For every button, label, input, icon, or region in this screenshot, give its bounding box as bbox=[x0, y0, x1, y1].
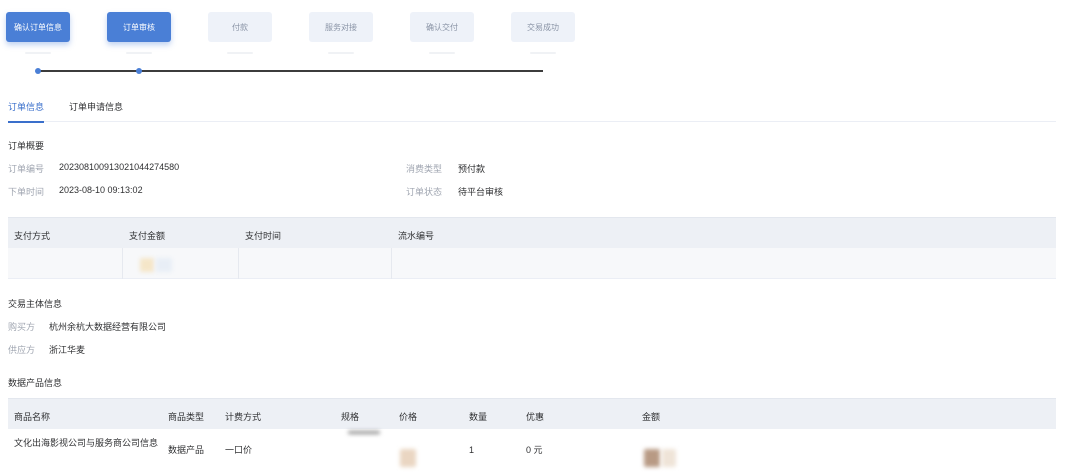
step-shadow bbox=[227, 52, 253, 54]
step-payment: 付款 bbox=[208, 12, 272, 42]
order-no-value: 20230810091302104427458​0 bbox=[59, 162, 180, 172]
tab-order-info[interactable]: 订单信息 bbox=[8, 100, 45, 123]
consume-type-value: 预付款 bbox=[458, 164, 486, 174]
redacted-amount bbox=[140, 258, 154, 272]
parties-title: 交易主体信息 bbox=[8, 299, 63, 309]
header-spec: 规格 bbox=[341, 412, 360, 422]
order-status-label: 订单状态 bbox=[406, 187, 443, 197]
supplier-value: 浙江华麦 bbox=[49, 345, 86, 355]
step-shadow bbox=[126, 52, 152, 54]
header-discount: 优惠 bbox=[526, 412, 545, 422]
column-divider bbox=[122, 248, 123, 279]
step-deal-success: 交易成功 bbox=[511, 12, 575, 42]
step-service-connect: 服务对接 bbox=[309, 12, 373, 42]
header-product-name: 商品名称 bbox=[14, 412, 51, 422]
redacted-amount bbox=[662, 449, 676, 467]
consume-type-label: 消费类型 bbox=[406, 164, 443, 174]
order-progress-steps: 确认订单信息 订单审核 付款 服务对接 确认交付 交易成功 bbox=[0, 0, 1080, 80]
step-label: 服务对接 bbox=[325, 22, 357, 32]
order-no-label: 订单编号 bbox=[8, 164, 45, 174]
step-shadow bbox=[429, 52, 455, 54]
step-label: 确认交付 bbox=[426, 22, 458, 32]
order-status-value: 待平台审核 bbox=[458, 187, 504, 197]
billing-cell: 一口价 bbox=[225, 445, 253, 455]
header-quantity: 数量 bbox=[469, 412, 488, 422]
redacted-price bbox=[400, 449, 416, 467]
order-summary-title: 订单概要 bbox=[8, 141, 45, 151]
column-divider bbox=[238, 248, 239, 279]
detail-tabs: 订单信息 订单申请信息 bbox=[8, 96, 1056, 123]
quantity-cell: 1 bbox=[469, 445, 475, 455]
step-confirm-order: 确认订单信息 bbox=[6, 12, 70, 42]
product-table: 商品名称 商品类型 计费方式 规格 价格 数量 优惠 金额 文化出海影视公司与服… bbox=[8, 398, 1056, 476]
payment-table: 支付方式 支付金额 支付时间 流水编号 bbox=[8, 217, 1056, 279]
buyer-value: 杭州余杭大数据经营有限公司 bbox=[49, 322, 167, 332]
step-shadow bbox=[530, 52, 556, 54]
buyer-label: 购买方 bbox=[8, 322, 36, 332]
header-billing: 计费方式 bbox=[225, 412, 262, 422]
progress-dot bbox=[136, 68, 142, 74]
column-divider bbox=[391, 248, 392, 279]
payment-table-row bbox=[8, 248, 1056, 279]
step-label: 交易成功 bbox=[527, 22, 559, 32]
payment-table-header: 支付方式 支付金额 支付时间 流水编号 bbox=[8, 217, 1056, 248]
header-pay-method: 支付方式 bbox=[14, 231, 51, 241]
step-shadow bbox=[25, 52, 51, 54]
step-label: 付款 bbox=[232, 22, 248, 32]
step-order-review: 订单审核 bbox=[107, 12, 171, 42]
step-label: 确认订单信息 bbox=[14, 22, 62, 32]
redacted-amount bbox=[644, 449, 660, 467]
supplier-label: 供应方 bbox=[8, 345, 36, 355]
product-info-title: 数据产品信息 bbox=[8, 378, 63, 388]
progress-line bbox=[37, 70, 543, 72]
step-label: 订单审核 bbox=[123, 22, 155, 32]
header-price: 价格 bbox=[399, 412, 418, 422]
order-time-label: 下单时间 bbox=[8, 187, 45, 197]
product-table-header: 商品名称 商品类型 计费方式 规格 价格 数量 优惠 金额 bbox=[8, 398, 1056, 429]
order-time-value: 2023-08-10 09:13:02 bbox=[59, 185, 143, 195]
header-product-type: 商品类型 bbox=[168, 412, 205, 422]
header-serial-no: 流水编号 bbox=[398, 231, 435, 241]
product-name-cell: 文化出海影视公司与服务商公司信息 bbox=[14, 438, 159, 448]
redacted-amount bbox=[156, 258, 172, 272]
table-row: 文化出海影视公司与服务商公司信息 数据产品 一口价 1 0 元 bbox=[8, 429, 1056, 476]
redacted-spec bbox=[348, 431, 380, 434]
header-pay-time: 支付时间 bbox=[245, 231, 282, 241]
header-pay-amount: 支付金额 bbox=[129, 231, 166, 241]
header-amount: 金额 bbox=[642, 412, 661, 422]
step-confirm-delivery: 确认交付 bbox=[410, 12, 474, 42]
product-type-cell: 数据产品 bbox=[168, 445, 205, 455]
tab-order-apply-info[interactable]: 订单申请信息 bbox=[69, 100, 123, 121]
step-shadow bbox=[328, 52, 354, 54]
progress-dot bbox=[35, 68, 41, 74]
discount-cell: 0 元 bbox=[526, 445, 543, 455]
